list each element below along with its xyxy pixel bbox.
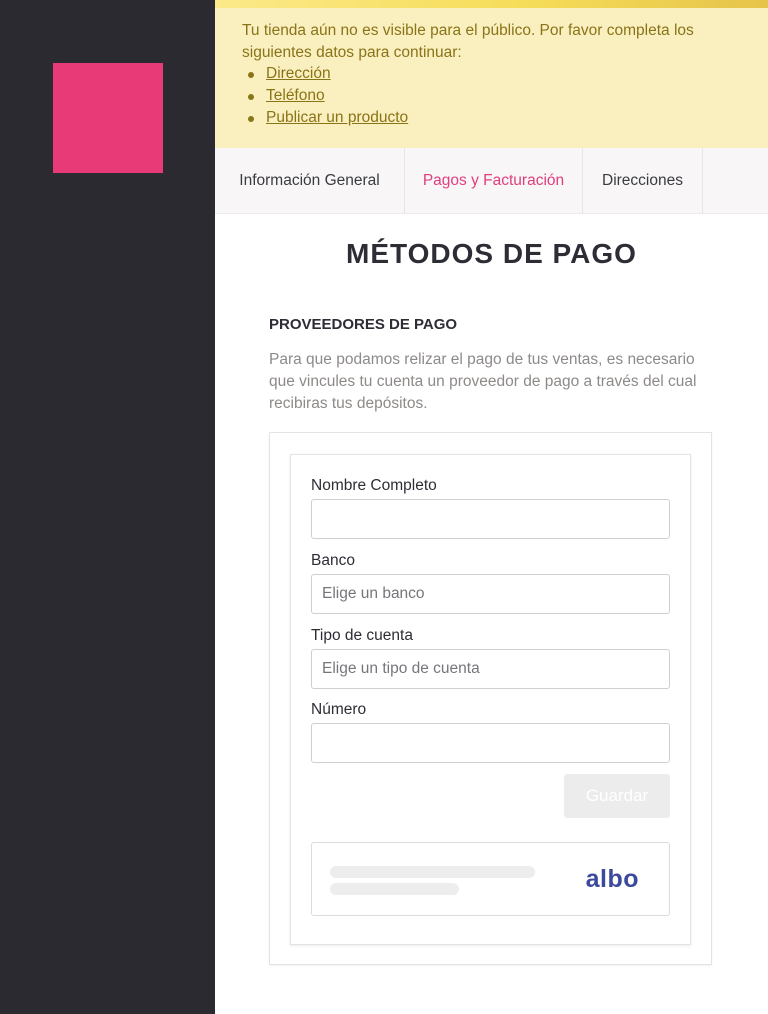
albo-logo: albo: [585, 865, 639, 893]
section-description: Para que podamos relizar el pago de tus …: [269, 351, 697, 412]
visibility-warning-banner: Tu tienda aún no es visible para el públ…: [215, 8, 768, 148]
bullet-icon: [248, 116, 254, 122]
bank-select[interactable]: [311, 574, 670, 614]
banner-pending-list: Dirección Teléfono Publicar un producto: [248, 63, 408, 129]
bullet-icon: [248, 72, 254, 78]
bank-label: Banco: [311, 552, 355, 569]
section-title: PROVEEDORES DE PAGO: [269, 316, 458, 333]
banner-item-publicar: Publicar un producto: [248, 107, 408, 129]
save-button[interactable]: Guardar: [564, 774, 670, 818]
tab-direcciones[interactable]: Direcciones: [583, 148, 703, 213]
top-accent-stripe: [215, 0, 768, 8]
banner-item-direccion: Dirección: [248, 63, 408, 85]
account-type-select[interactable]: [311, 649, 670, 689]
tab-pagos-facturacion[interactable]: Pagos y Facturación: [405, 148, 583, 213]
payment-providers-card: Nombre Completo Banco Tipo de cuenta Núm…: [269, 432, 712, 965]
number-input[interactable]: [311, 723, 670, 763]
skeleton-line: [330, 883, 459, 895]
number-label: Número: [311, 701, 367, 718]
settings-tabs: Información General Pagos y Facturación …: [215, 148, 768, 214]
banner-item-telefono: Teléfono: [248, 85, 408, 107]
banner-link-publicar-producto[interactable]: Publicar un producto: [266, 109, 408, 126]
account-type-label: Tipo de cuenta: [311, 627, 413, 644]
full-name-input[interactable]: [311, 499, 670, 539]
provider-option-albo[interactable]: albo: [311, 842, 670, 916]
banner-link-telefono[interactable]: Teléfono: [266, 87, 325, 104]
banner-link-direccion[interactable]: Dirección: [266, 65, 331, 82]
store-logo[interactable]: [53, 63, 163, 173]
page-title: MÉTODOS DE PAGO: [346, 238, 637, 269]
banner-message: Tu tienda aún no es visible para el públ…: [242, 22, 694, 61]
bullet-icon: [248, 94, 254, 100]
full-name-label: Nombre Completo: [311, 477, 437, 494]
sidebar: [0, 0, 215, 1014]
bank-account-form: Nombre Completo Banco Tipo de cuenta Núm…: [290, 454, 691, 945]
main-content: Tu tienda aún no es visible para el públ…: [215, 0, 768, 1014]
skeleton-line: [330, 866, 535, 878]
tab-informacion-general[interactable]: Información General: [215, 148, 405, 213]
